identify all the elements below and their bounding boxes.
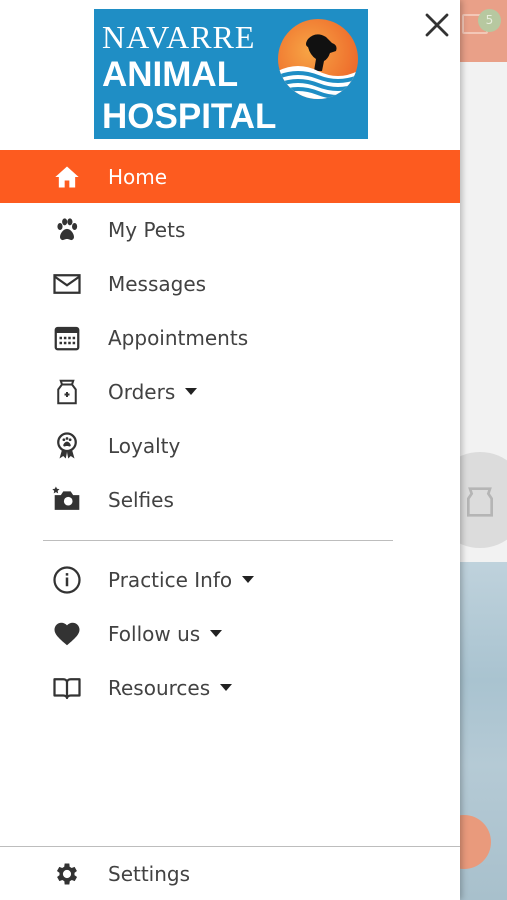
chevron-down-icon [210,630,223,637]
menu-item-messages[interactable]: Messages [0,257,460,311]
chevron-down-icon [242,576,255,583]
home-icon [51,161,83,193]
logo-text-line2: ANIMAL [102,55,239,94]
menu-item-label: Practice Info [108,568,255,592]
menu-item-loyalty[interactable]: Loyalty [0,419,460,473]
menu-item-orders[interactable]: Orders [0,365,460,419]
menu-item-label: Selfies [108,488,174,512]
logo-sun [278,19,358,99]
menu-item-label: Orders [108,380,198,404]
navigation-drawer: NAVARRE ANIMAL HOSPITAL Home My Pets Mes… [0,0,460,900]
menu-item-settings[interactable]: Settings [0,847,460,900]
menu-item-my-pets[interactable]: My Pets [0,203,460,257]
calendar-icon [51,322,83,354]
menu-item-selfies[interactable]: Selfies [0,473,460,527]
book-icon [51,672,83,704]
dog-silhouette-icon [278,34,358,99]
hospital-logo: NAVARRE ANIMAL HOSPITAL [94,9,368,139]
chevron-down-icon [220,684,233,691]
main-menu: Home My Pets Messages Appointments Order… [0,150,460,527]
menu-item-label: Resources [108,676,233,700]
menu-item-label: Home [108,164,168,189]
menu-item-label: Follow us [108,622,223,646]
secondary-menu: Practice Info Follow us Resources [0,553,460,715]
menu-item-label: Appointments [108,326,249,350]
gear-icon [51,858,83,890]
menu-divider [43,540,393,541]
pet-food-bag-icon [467,487,493,517]
menu-item-follow-us[interactable]: Follow us [0,607,460,661]
logo-text-line1: NAVARRE [102,19,256,55]
close-button[interactable] [420,8,454,42]
mail-icon [51,268,83,300]
menu-item-resources[interactable]: Resources [0,661,460,715]
menu-item-practice-info[interactable]: Practice Info [0,553,460,607]
menu-item-appointments[interactable]: Appointments [0,311,460,365]
menu-item-label: Settings [108,861,191,886]
background-mail-badge: 5 [478,9,501,32]
paw-ribbon-icon [51,430,83,462]
menu-item-home[interactable]: Home [0,150,460,203]
heart-icon [51,618,83,650]
pet-food-bag-icon [51,376,83,408]
chevron-down-icon [185,388,198,395]
menu-item-label: Loyalty [108,434,181,458]
camera-icon [51,484,83,516]
close-icon [425,13,449,37]
menu-item-label: My Pets [108,218,186,242]
logo-text-line3: HOSPITAL [102,97,277,136]
paw-icon [51,214,83,246]
info-icon [51,564,83,596]
menu-item-label: Messages [108,272,207,296]
